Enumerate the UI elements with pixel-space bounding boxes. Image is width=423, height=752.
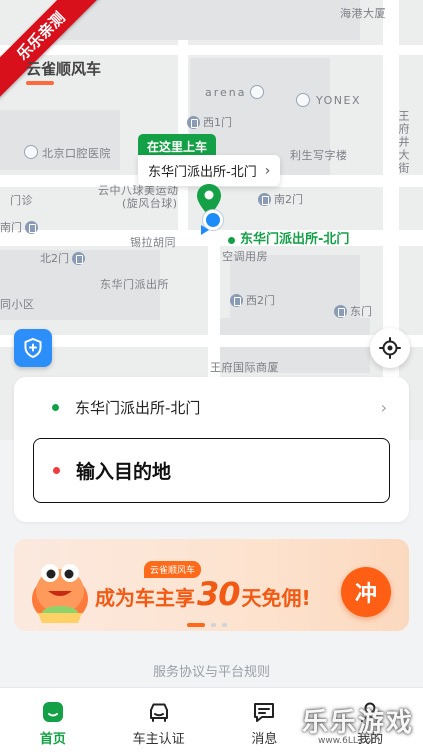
pickup-name: 东华门派出所-北门 (148, 165, 257, 180)
exit-icon (72, 251, 85, 265)
destination-dot-icon (53, 467, 60, 474)
map-label-clinic: 门诊 (10, 194, 33, 207)
origin-dot-icon (52, 403, 59, 411)
poi-icon (250, 85, 264, 99)
exit-south-2: 南2门 (258, 191, 303, 207)
tab-label: 车主认证 (132, 732, 185, 747)
poi-icon (24, 145, 38, 159)
tab-messages[interactable]: 消息 (212, 688, 318, 752)
person-icon (361, 702, 380, 722)
map-label-arena: arena (205, 86, 247, 99)
chevron-right-icon: › (264, 162, 271, 179)
exit-icon (187, 115, 200, 129)
chevron-right-icon: › (380, 397, 387, 417)
tab-profile[interactable]: 我的 (317, 688, 423, 752)
promo-banner[interactable]: 云雀顺风车 成为车主享 30 天免佣! 冲 (14, 539, 409, 631)
station-dot-icon (228, 237, 235, 244)
exit-east: 东门 (334, 303, 372, 319)
promo-days: 30 (197, 575, 241, 613)
promo-headline-post: 天免佣! (241, 586, 311, 610)
carousel-dot (211, 623, 216, 627)
map-label-hospital: 北京口腔医院 (42, 147, 111, 160)
carousel-dot-active (187, 623, 205, 627)
app-title-block: 云雀顺风车 (26, 58, 101, 85)
map-label-sports-sub: (旋风台球) (122, 197, 178, 210)
tab-label: 首页 (39, 732, 66, 747)
exit-west-1: 西1门 (187, 114, 232, 130)
promo-headline: 成为车主享 30 天免佣! (95, 575, 311, 613)
home-icon (42, 702, 63, 722)
map-label-community: 同小区 (0, 298, 35, 311)
safety-button[interactable] (14, 329, 52, 367)
exit-icon (258, 192, 271, 206)
exit-south: 南门 (0, 219, 38, 235)
promo-cta-button[interactable]: 冲 (341, 567, 391, 617)
crosshair-icon (379, 337, 401, 359)
tab-label: 消息 (251, 732, 278, 747)
service-agreement-link[interactable]: 服务协议与平台规则 (0, 661, 423, 680)
car-icon (149, 703, 168, 722)
exit-icon (334, 304, 347, 318)
carousel-dot (222, 623, 227, 627)
message-icon (254, 703, 275, 722)
station-label[interactable]: 东华门派出所-北门 (240, 231, 360, 248)
promo-headline-pre: 成为车主享 (95, 586, 195, 610)
tab-driver-verify[interactable]: 车主认证 (106, 688, 212, 752)
route-card: 东华门派出所-北门 › 输入目的地 (14, 377, 409, 522)
exit-icon (230, 293, 243, 307)
pickup-card[interactable]: 东华门派出所-北门 › (138, 155, 281, 186)
poi-icon (296, 93, 310, 107)
map-view[interactable]: 海港大厦 arena YONEX 西1门 北京口腔医院 利生写字楼 门诊 云中八… (0, 0, 423, 440)
exit-west-2: 西2门 (230, 292, 275, 308)
map-label-plaza: 王府国际商厦 (210, 361, 279, 374)
destination-input[interactable]: 输入目的地 (33, 438, 390, 503)
exit-icon (25, 220, 38, 234)
origin-text: 东华门派出所-北门 (75, 398, 201, 417)
map-label-office: 利生写字楼 (290, 149, 348, 162)
locate-me-button[interactable] (370, 328, 410, 368)
map-label-building: 海港大厦 (340, 7, 386, 20)
carousel-indicator (187, 623, 227, 627)
origin-row[interactable]: 东华门派出所-北门 › (14, 389, 409, 425)
map-label-station: 东华门派出所 (100, 278, 169, 291)
app-title: 云雀顺风车 (26, 60, 102, 78)
mascot-icon (32, 564, 88, 623)
app-title-underline (26, 81, 54, 85)
tab-home[interactable]: 首页 (0, 688, 106, 752)
exit-north-2: 北2门 (40, 250, 85, 266)
bottom-tab-bar: 首页 车主认证 消息 我的 (0, 687, 423, 752)
map-label-xila: 锡拉胡同 (130, 236, 176, 249)
map-label-air: 空调用房 (222, 250, 268, 263)
direction-arrow-icon (201, 225, 209, 235)
shield-icon (24, 337, 42, 359)
map-label-wangfujing: 王府井大街 (397, 110, 410, 175)
tab-label: 我的 (357, 732, 384, 747)
destination-placeholder: 输入目的地 (76, 461, 172, 483)
map-label-yonex: YONEX (316, 94, 361, 107)
